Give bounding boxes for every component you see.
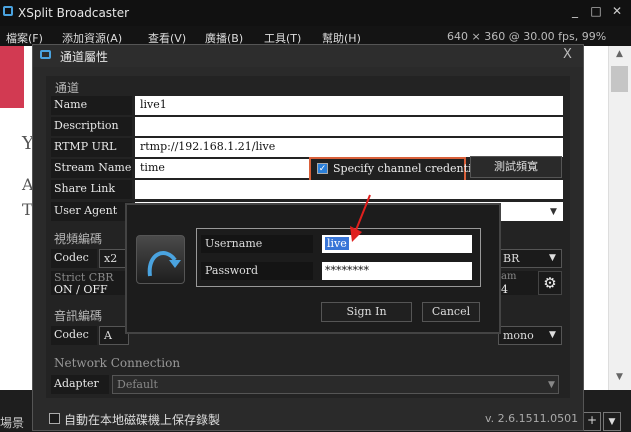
channel-section-label: 通道 — [55, 81, 80, 95]
chevron-down-icon: ▼ — [548, 380, 555, 390]
audio-channel-select[interactable]: mono ▼ — [498, 326, 562, 345]
dialog-close-button[interactable]: X — [563, 47, 572, 62]
dialog-icon — [40, 50, 51, 59]
name-field[interactable]: live1 — [135, 96, 563, 115]
adapter-select[interactable]: Default ▼ — [112, 375, 559, 394]
minimize-button[interactable]: _ — [566, 4, 584, 22]
video-section-label: 視頻編碼 — [54, 232, 103, 246]
chevron-down-icon[interactable]: ▼ — [550, 207, 557, 217]
username-label: Username — [201, 235, 313, 253]
password-input[interactable]: ******** — [322, 262, 472, 280]
stream-param-label: am — [501, 271, 517, 282]
app-title: XSplit Broadcaster — [18, 6, 130, 20]
close-button[interactable]: ✕ — [608, 4, 626, 22]
cancel-button[interactable]: Cancel — [422, 302, 480, 322]
password-label: Password — [201, 262, 313, 280]
vertical-scrollbar[interactable] — [608, 46, 631, 390]
video-codec-label: Codec — [51, 249, 97, 268]
rtmp-url-field[interactable]: rtmp://192.168.1.21/live — [135, 138, 563, 157]
preview-red-block — [0, 46, 24, 108]
network-section-label: Network Connection — [54, 356, 181, 370]
test-bandwidth-button[interactable]: 測試頻寬 — [470, 156, 562, 178]
share-link-label: Share Link — [51, 180, 132, 199]
scene-label: 場景 — [0, 416, 25, 430]
version-label: v. 2.6.1511.0501 — [485, 412, 579, 425]
credentials-label[interactable]: Specify channel credentials — [333, 162, 487, 175]
chevron-down-icon: ▼ — [549, 253, 556, 263]
maximize-button[interactable]: □ — [587, 4, 605, 22]
audio-codec-label: Codec — [51, 326, 97, 345]
save-local-label[interactable]: 自動在本地磁碟機上保存錄製 — [64, 411, 220, 428]
resolution-status: 640 × 360 @ 30.00 fps, 99% — [447, 30, 607, 43]
video-rate-select[interactable]: BR ▼ — [498, 249, 562, 268]
scroll-down-icon[interactable]: ▼ — [611, 372, 628, 386]
rtmp-url-label: RTMP URL — [51, 138, 132, 157]
video-rate-value: BR — [503, 252, 520, 265]
name-label: Name — [51, 96, 132, 115]
stream-name-label: Stream Name — [51, 159, 132, 178]
dialog-title: 通道屬性 — [60, 50, 109, 64]
app-logo-icon — [3, 6, 13, 16]
stream-param-value: 4 — [501, 283, 508, 296]
adapter-label: Adapter — [51, 375, 109, 394]
broadcast-logo-icon — [136, 235, 185, 284]
credentials-checkbox[interactable]: ✓ — [317, 163, 328, 174]
dialog-titlebar — [33, 45, 583, 67]
audio-channel-value: mono — [503, 329, 534, 342]
adapter-value: Default — [117, 378, 158, 391]
gear-icon[interactable]: ⚙ — [538, 271, 562, 295]
description-field[interactable] — [135, 117, 563, 136]
audio-section-label: 音訊編碼 — [54, 309, 103, 323]
arrow-curve-icon — [147, 251, 181, 277]
scene-dropdown-button[interactable]: ▼ — [603, 412, 621, 431]
sign-in-button[interactable]: Sign In — [321, 302, 412, 322]
annotation-arrow — [350, 194, 371, 242]
scroll-up-icon[interactable]: ▲ — [611, 49, 628, 63]
stream-name-field[interactable]: time — [135, 159, 309, 178]
strict-cbr-value: ON / OFF — [54, 283, 108, 296]
save-local-checkbox[interactable] — [49, 413, 60, 424]
description-label: Description — [51, 117, 132, 136]
user-agent-label: User Agent — [51, 202, 132, 221]
scrollbar-thumb[interactable] — [611, 66, 628, 92]
chevron-down-icon: ▼ — [549, 330, 556, 340]
add-scene-button[interactable]: + — [583, 412, 601, 431]
